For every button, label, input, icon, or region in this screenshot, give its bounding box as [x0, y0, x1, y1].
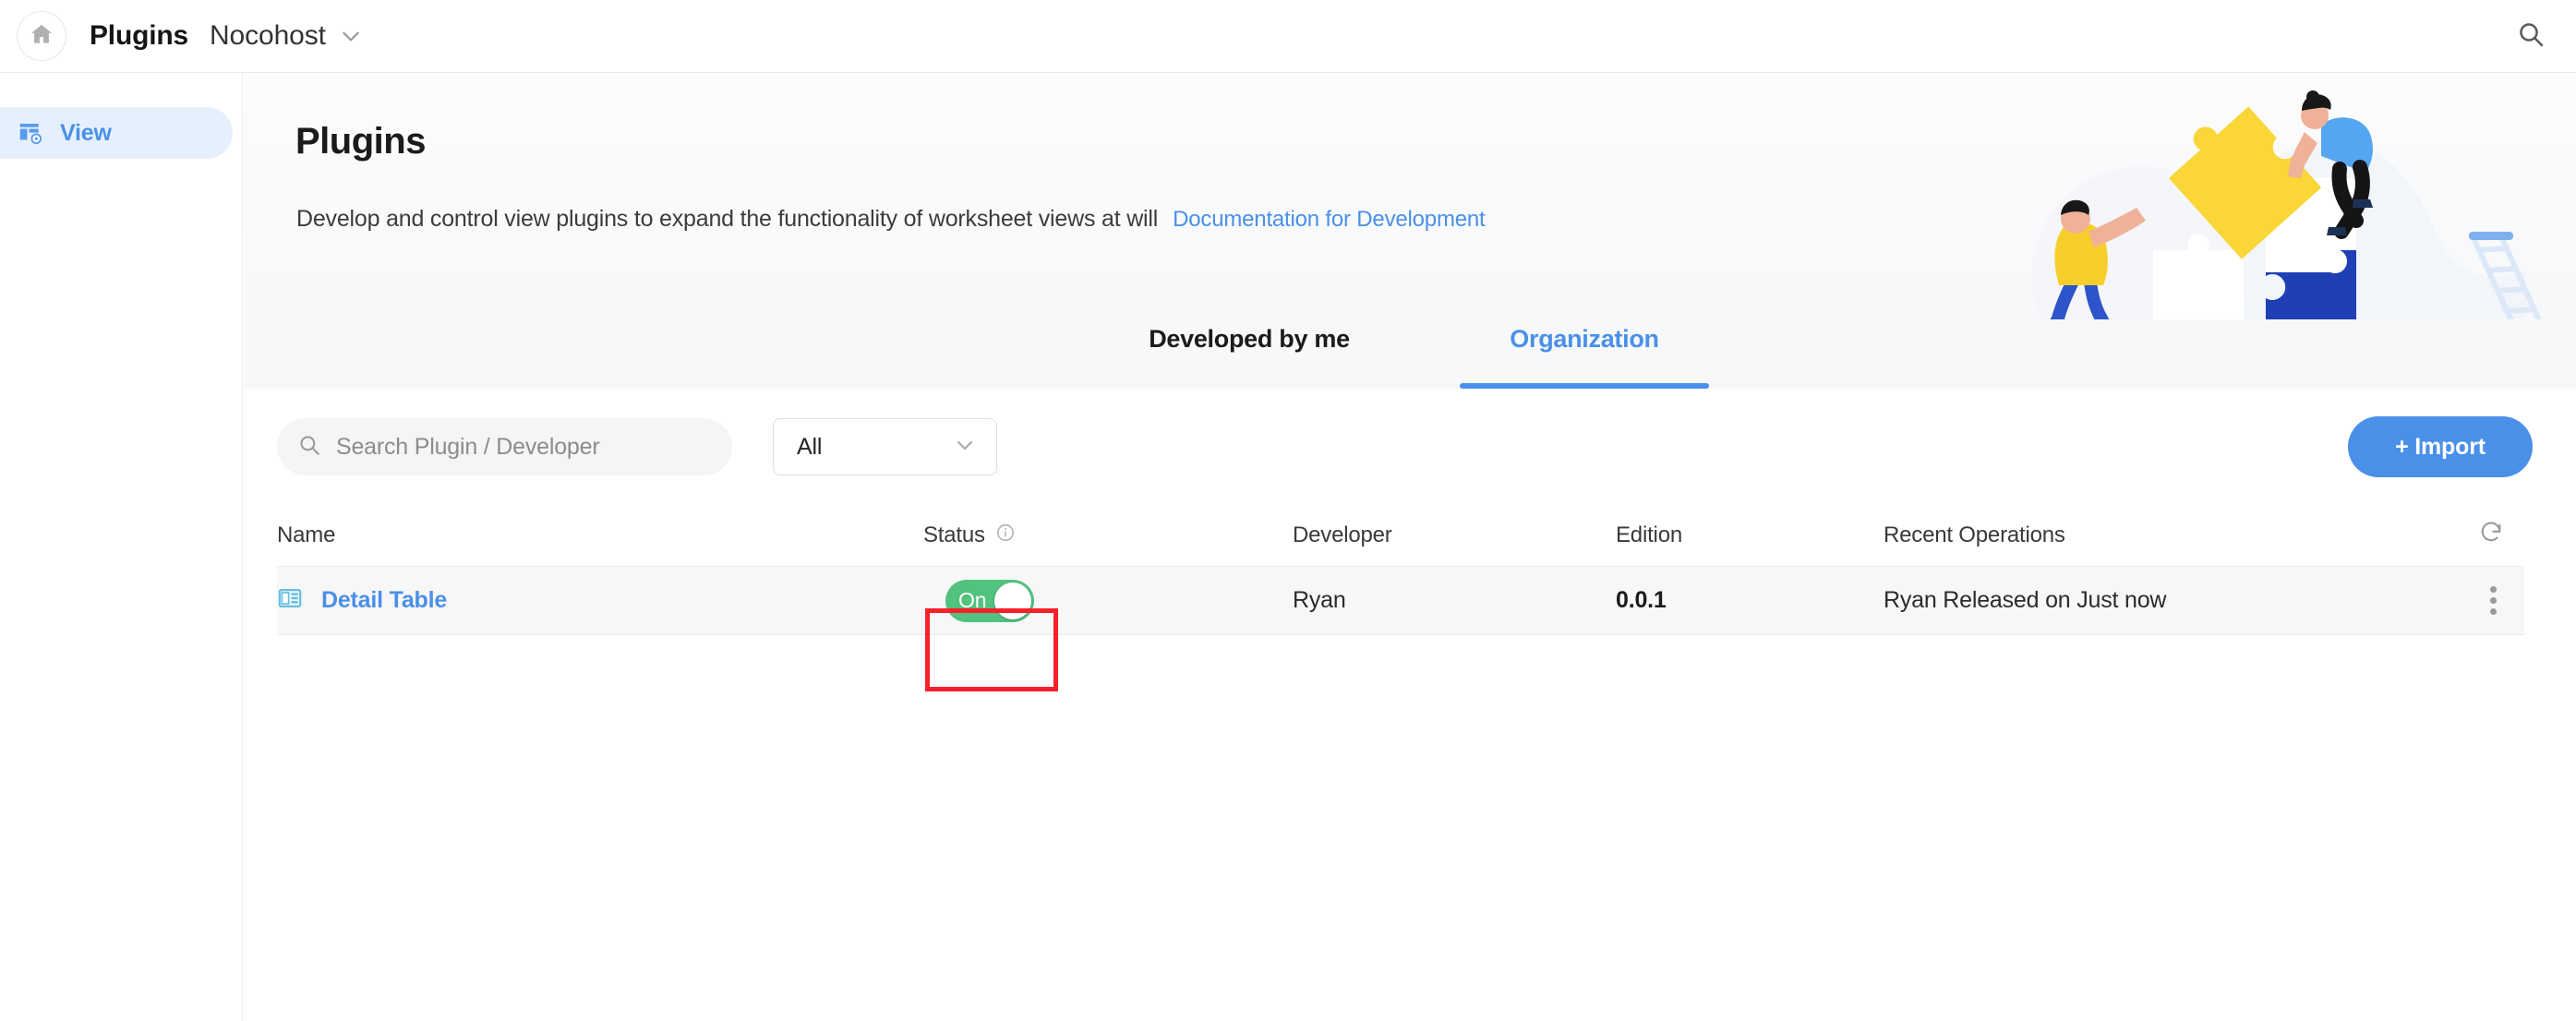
plugins-table: Name Status Developer Edition Recent Ope…	[277, 505, 2524, 691]
column-header-operations: Recent Operations	[1884, 523, 2065, 547]
hero-description: Develop and control view plugins to expa…	[296, 206, 1159, 232]
search-input[interactable]	[336, 433, 705, 461]
org-switcher[interactable]: Nocohost	[210, 20, 363, 52]
refresh-icon	[2478, 520, 2504, 552]
puzzle-teamwork-illustration	[1961, 73, 2576, 319]
cell-name: Detail Table	[277, 585, 923, 616]
main-panel: Plugins Develop and control view plugins…	[244, 73, 2576, 1021]
page-title: Plugins	[90, 20, 188, 51]
cell-edition: 0.0.1	[1616, 587, 1884, 614]
home-icon	[29, 21, 54, 52]
sidebar-item-label: View	[60, 119, 112, 146]
cell-developer: Ryan	[1293, 587, 1616, 614]
toolbar: All + Import	[244, 389, 2576, 505]
operations-value: Ryan Released on Just now	[1884, 587, 2167, 613]
column-header-status: Status	[923, 523, 1293, 549]
tab-bar: Developed by me Organization	[244, 319, 2576, 389]
import-button[interactable]: + Import	[2348, 416, 2533, 477]
cell-actions	[2345, 579, 2524, 622]
search-icon	[297, 433, 321, 462]
tab-label: Organization	[1510, 325, 1659, 353]
documentation-link[interactable]: Documentation for Development	[1173, 207, 1486, 233]
refresh-button[interactable]	[2345, 520, 2524, 552]
search-icon	[2516, 19, 2546, 54]
column-header-name: Name	[277, 523, 336, 547]
column-header-status-label: Status	[923, 523, 985, 547]
cell-operations: Ryan Released on Just now	[1884, 587, 2345, 614]
developer-value: Ryan	[1293, 587, 1346, 613]
home-button[interactable]	[17, 11, 66, 61]
tab-organization[interactable]: Organization	[1460, 319, 1709, 389]
filter-selected-value: All	[797, 433, 823, 460]
table-header-row: Name Status Developer Edition Recent Ope…	[277, 505, 2524, 566]
edition-value: 0.0.1	[1616, 587, 1667, 613]
view-table-icon	[17, 119, 44, 147]
plugin-name-link[interactable]: Detail Table	[321, 587, 447, 614]
hero-subtitle-row: Develop and control view plugins to expa…	[296, 206, 1486, 233]
table-row[interactable]: Detail Table On Ryan 0.0.1 Ryan Released…	[277, 566, 2524, 691]
tab-label: Developed by me	[1149, 325, 1350, 353]
chevron-down-icon	[339, 24, 363, 48]
hero-banner: Plugins Develop and control view plugins…	[244, 73, 2576, 319]
status-toggle-label: On	[958, 588, 987, 612]
sidebar-item-view[interactable]: View	[0, 107, 233, 159]
global-search-button[interactable]	[2510, 15, 2552, 57]
status-toggle-knob	[994, 582, 1031, 619]
top-bar: Plugins Nocohost	[0, 0, 2576, 73]
column-header-developer: Developer	[1293, 523, 1392, 547]
info-circle-icon[interactable]	[995, 523, 1016, 549]
org-name: Nocohost	[209, 20, 326, 51]
column-header-edition: Edition	[1616, 523, 1682, 547]
status-toggle[interactable]: On	[945, 579, 1034, 622]
chevron-down-icon	[954, 434, 976, 461]
hero-title: Plugins	[295, 121, 426, 162]
more-vertical-icon[interactable]	[2483, 579, 2504, 622]
content-area: All + Import Name Status	[244, 389, 2576, 1021]
search-box[interactable]	[277, 418, 732, 475]
filter-select[interactable]: All	[773, 418, 997, 475]
tab-developed-by-me[interactable]: Developed by me	[1111, 319, 1388, 389]
sidebar: View	[0, 73, 243, 1021]
detail-table-icon	[277, 585, 303, 616]
